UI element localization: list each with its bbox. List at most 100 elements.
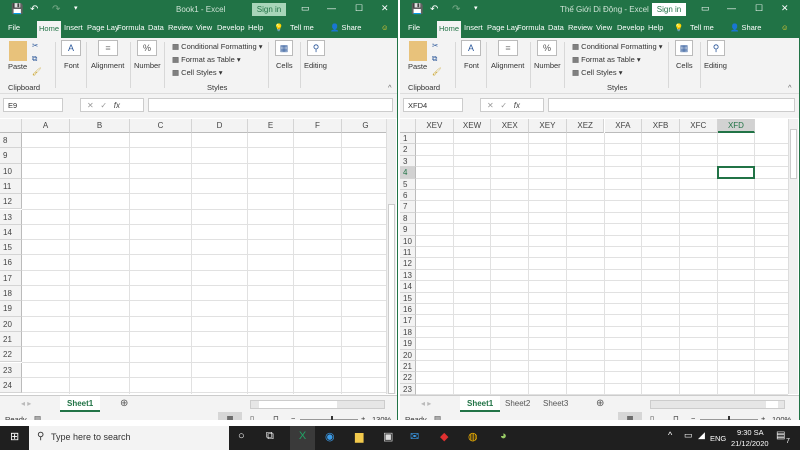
- selected-cell-xfd4[interactable]: [716, 166, 756, 179]
- select-all-corner[interactable]: [400, 119, 416, 133]
- column-header[interactable]: XEW: [453, 119, 492, 133]
- minimize-button[interactable]: —: [327, 3, 336, 13]
- row-header[interactable]: 16: [400, 304, 416, 316]
- column-header[interactable]: XEV: [416, 119, 454, 133]
- zoom-slider-thumb[interactable]: [728, 416, 730, 420]
- zoom-out-button[interactable]: −: [691, 414, 695, 420]
- worksheet-grid[interactable]: A B C D E F G 8 9 10 11 12 13 14 15 16 17 18 19 20 21 22 23 24: [0, 119, 390, 394]
- close-button[interactable]: ✕: [781, 3, 789, 14]
- horizontal-scrollbar[interactable]: [650, 400, 785, 409]
- vertical-scrollbar[interactable]: [788, 119, 798, 394]
- tab-view[interactable]: View: [196, 23, 212, 32]
- ribbon-display-icon[interactable]: ▭: [701, 3, 710, 14]
- save-icon[interactable]: 💾: [11, 4, 23, 15]
- horizontal-scrollbar[interactable]: [250, 400, 385, 409]
- zoom-in-button[interactable]: +: [361, 414, 365, 420]
- name-box[interactable]: XFD4: [403, 98, 463, 112]
- cut-icon[interactable]: ✂: [32, 41, 38, 50]
- paste-button[interactable]: Paste: [408, 62, 427, 71]
- zoom-slider-thumb[interactable]: [331, 416, 333, 420]
- row-header[interactable]: 21: [400, 361, 416, 373]
- copy-icon[interactable]: ⧉: [432, 54, 437, 64]
- chrome-icon[interactable]: ◍: [468, 430, 478, 443]
- close-button[interactable]: ✕: [381, 3, 389, 14]
- tab-home[interactable]: Home: [437, 21, 462, 38]
- column-header[interactable]: E: [248, 119, 294, 133]
- page-layout-view-button[interactable]: ▯: [250, 414, 254, 420]
- redo-icon[interactable]: ↷: [452, 4, 460, 15]
- row-header[interactable]: 19: [400, 338, 416, 350]
- row-header[interactable]: 18: [0, 286, 22, 302]
- taskbar-search[interactable]: ⚲ Type here to search: [29, 426, 229, 450]
- number-button[interactable]: Number: [534, 61, 561, 70]
- feedback-smiley-icon[interactable]: ☺: [781, 23, 789, 32]
- page-layout-view-button[interactable]: ▯: [650, 414, 654, 420]
- font-button[interactable]: Font: [464, 61, 479, 70]
- column-header[interactable]: B: [70, 119, 130, 133]
- chevron-up-icon[interactable]: ^: [668, 430, 672, 440]
- tab-page-lay[interactable]: Page Lay: [487, 23, 519, 32]
- row-header[interactable]: 18: [400, 326, 416, 339]
- edge-icon[interactable]: ◉: [325, 430, 335, 443]
- row-header[interactable]: 21: [0, 331, 22, 348]
- cancel-icon[interactable]: ✕: [87, 101, 94, 110]
- new-sheet-button[interactable]: ⊕: [589, 396, 611, 412]
- macro-record-icon[interactable]: ▤: [434, 414, 441, 420]
- undo-icon[interactable]: ↶: [430, 4, 438, 15]
- alignment-icon[interactable]: ≡: [498, 40, 518, 56]
- insert-function-button[interactable]: fx: [114, 101, 120, 110]
- column-header[interactable]: XFD: [717, 119, 756, 133]
- game-app-icon[interactable]: ◆: [440, 430, 448, 443]
- cortana-icon[interactable]: ○: [238, 430, 245, 442]
- undo-icon[interactable]: ↶: [30, 4, 38, 15]
- sheet-tab-sheet1[interactable]: Sheet1: [60, 396, 101, 412]
- zoom-in-button[interactable]: +: [761, 414, 765, 420]
- clock-date[interactable]: 21/12/2020: [731, 439, 769, 448]
- tab-formula[interactable]: Formula: [117, 23, 145, 32]
- tab-develop[interactable]: Develop: [617, 23, 645, 32]
- tab-view[interactable]: View: [596, 23, 612, 32]
- row-header[interactable]: 15: [400, 292, 416, 304]
- wifi-icon[interactable]: ◢: [698, 430, 705, 441]
- maximize-button[interactable]: ☐: [355, 3, 363, 14]
- page-break-view-button[interactable]: ⊓: [673, 414, 679, 420]
- row-header[interactable]: 15: [0, 240, 22, 256]
- paste-button[interactable]: Paste: [8, 62, 27, 71]
- file-explorer-icon[interactable]: ▆: [355, 430, 363, 443]
- insert-function-button[interactable]: fx: [514, 101, 520, 110]
- zoom-slider[interactable]: [700, 416, 758, 420]
- tab-data[interactable]: Data: [548, 23, 564, 32]
- notification-icon[interactable]: ▤: [776, 430, 785, 441]
- alignment-button[interactable]: Alignment: [91, 61, 124, 70]
- font-button[interactable]: Font: [64, 61, 79, 70]
- formula-input[interactable]: [148, 98, 393, 112]
- row-header[interactable]: 12: [400, 258, 416, 270]
- column-header[interactable]: G: [342, 119, 390, 133]
- sheet-tab-sheet2[interactable]: Sheet2: [498, 396, 537, 412]
- tab-insert[interactable]: Insert: [464, 23, 483, 32]
- row-header[interactable]: 5: [400, 178, 416, 190]
- normal-view-button[interactable]: ▦: [218, 412, 242, 420]
- column-header[interactable]: XFA: [604, 119, 643, 133]
- sheet-tab-sheet1[interactable]: Sheet1: [460, 396, 501, 412]
- format-painter-icon[interactable]: 🖌: [432, 67, 442, 76]
- cells-icon[interactable]: ▦: [675, 40, 693, 56]
- column-header[interactable]: A: [22, 119, 70, 133]
- paste-icon[interactable]: [9, 41, 27, 61]
- row-header[interactable]: 10: [400, 235, 416, 247]
- row-header[interactable]: 3: [400, 155, 416, 168]
- tab-file[interactable]: File: [8, 23, 20, 32]
- mail-icon[interactable]: ✉: [410, 430, 419, 443]
- font-icon[interactable]: A: [61, 40, 81, 56]
- cell-styles-button[interactable]: ▦ Cell Styles ▾: [172, 68, 222, 77]
- collapse-ribbon-icon[interactable]: ^: [788, 83, 792, 92]
- editing-search-icon[interactable]: ⚲: [307, 40, 325, 56]
- tell-me-search[interactable]: Tell me: [690, 23, 714, 32]
- format-as-table-button[interactable]: ▦ Format as Table ▾: [172, 55, 241, 64]
- app-icon[interactable]: ◕: [500, 430, 507, 442]
- scroll-thumb[interactable]: [790, 129, 797, 179]
- row-header[interactable]: 11: [400, 247, 416, 259]
- column-header[interactable]: XEZ: [566, 119, 605, 133]
- editing-search-icon[interactable]: ⚲: [707, 40, 725, 56]
- row-header[interactable]: 6: [400, 190, 416, 202]
